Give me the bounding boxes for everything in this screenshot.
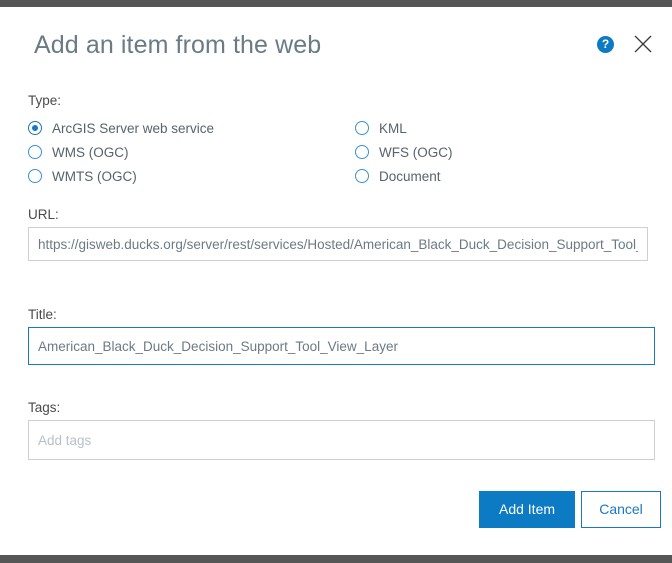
radio-kml[interactable]: KML xyxy=(355,121,407,136)
radio-unselected-icon xyxy=(28,169,42,183)
radio-label: WFS (OGC) xyxy=(379,145,453,160)
browser-chrome-top xyxy=(0,0,672,7)
cancel-button[interactable]: Cancel xyxy=(581,491,661,528)
type-radio-row: ArcGIS Server web service KML xyxy=(28,116,528,140)
close-x-icon[interactable] xyxy=(632,33,654,55)
add-item-button[interactable]: Add Item xyxy=(479,491,575,528)
help-question-icon[interactable]: ? xyxy=(597,36,614,53)
title-input[interactable] xyxy=(28,327,655,365)
tags-input[interactable] xyxy=(28,420,655,460)
dialog-header-actions: ? xyxy=(597,33,654,55)
radio-wms-ogc[interactable]: WMS (OGC) xyxy=(28,145,355,160)
url-label: URL: xyxy=(28,207,59,222)
title-label: Title: xyxy=(28,307,57,322)
radio-unselected-icon xyxy=(28,145,42,159)
radio-wmts-ogc[interactable]: WMTS (OGC) xyxy=(28,169,355,184)
url-input[interactable] xyxy=(28,227,648,261)
radio-label: ArcGIS Server web service xyxy=(52,121,214,136)
type-radio-row: WMTS (OGC) Document xyxy=(28,164,528,188)
radio-unselected-icon xyxy=(355,145,369,159)
type-radio-row: WMS (OGC) WFS (OGC) xyxy=(28,140,528,164)
tags-label: Tags: xyxy=(28,400,60,415)
radio-label: KML xyxy=(379,121,407,136)
add-item-dialog: Add an item from the web ? Type: ArcGIS … xyxy=(0,7,672,555)
radio-label: Document xyxy=(379,169,441,184)
radio-document[interactable]: Document xyxy=(355,169,441,184)
browser-chrome-bottom xyxy=(0,555,672,563)
radio-unselected-icon xyxy=(355,169,369,183)
radio-wfs-ogc[interactable]: WFS (OGC) xyxy=(355,145,453,160)
type-label: Type: xyxy=(28,93,61,108)
radio-arcgis-server-web-service[interactable]: ArcGIS Server web service xyxy=(28,121,355,136)
radio-selected-icon xyxy=(28,121,42,135)
radio-unselected-icon xyxy=(355,121,369,135)
dialog-footer-actions: Add Item Cancel xyxy=(479,491,661,528)
dialog-header: Add an item from the web ? xyxy=(0,7,672,79)
type-radio-group: ArcGIS Server web service KML WMS (OGC) … xyxy=(28,116,528,188)
dialog-title: Add an item from the web xyxy=(34,31,321,60)
radio-label: WMS (OGC) xyxy=(52,145,129,160)
radio-label: WMTS (OGC) xyxy=(52,169,137,184)
